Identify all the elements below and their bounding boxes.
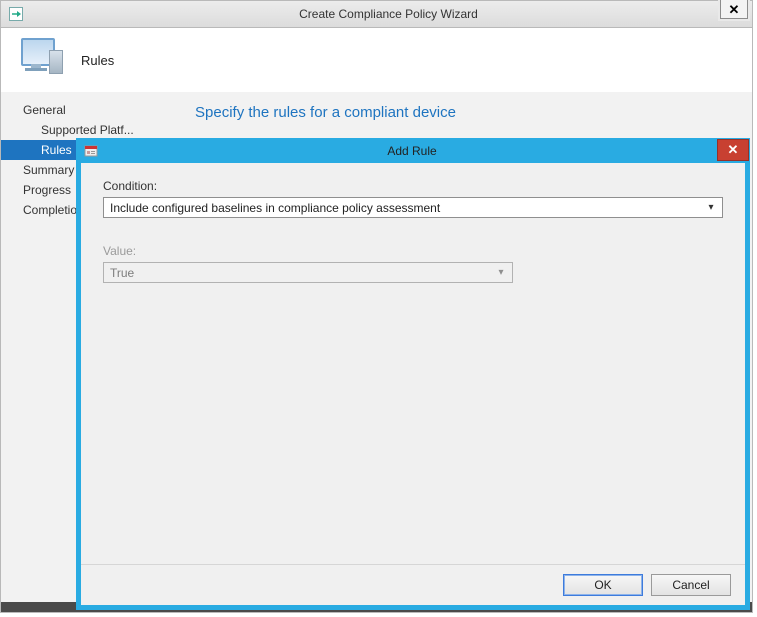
instruction-text: Specify the rules for a compliant device (195, 104, 734, 121)
add-rule-body: Condition: Include configured baselines … (81, 163, 745, 283)
nav-label: Completion (23, 203, 84, 217)
add-rule-footer: OK Cancel (81, 564, 745, 605)
value-value: True (110, 266, 494, 280)
add-rule-dialog: Add Rule ✕ Condition: Include configured… (77, 139, 749, 609)
chevron-down-icon: ▾ (494, 267, 508, 278)
wizard-titlebar: Create Compliance Policy Wizard ✕ (1, 1, 752, 28)
chevron-down-icon: ▾ (704, 202, 718, 213)
condition-value: Include configured baselines in complian… (110, 201, 704, 215)
add-rule-title: Add Rule (99, 144, 749, 158)
nav-label: Supported Platf... (41, 123, 134, 137)
cancel-button[interactable]: Cancel (651, 574, 731, 596)
wizard-app-icon (7, 5, 25, 23)
condition-dropdown[interactable]: Include configured baselines in complian… (103, 197, 723, 218)
form-app-icon (83, 143, 99, 159)
ok-label: OK (594, 578, 611, 592)
wizard-window: Create Compliance Policy Wizard ✕ Rules … (0, 0, 753, 613)
computer-icon (15, 36, 67, 84)
value-dropdown: True ▾ (103, 262, 513, 283)
ok-button[interactable]: OK (563, 574, 643, 596)
nav-label: Summary (23, 163, 74, 177)
banner-title: Rules (81, 53, 114, 68)
wizard-banner: Rules (1, 28, 752, 93)
nav-label: General (23, 103, 66, 117)
nav-item-general[interactable]: General (1, 100, 177, 120)
condition-label: Condition: (103, 179, 723, 193)
value-label: Value: (103, 244, 723, 258)
add-rule-titlebar: Add Rule ✕ (77, 139, 749, 163)
nav-label: Rules (41, 143, 72, 157)
close-icon: ✕ (729, 3, 740, 16)
nav-item-platforms[interactable]: Supported Platf... (1, 120, 177, 140)
cancel-label: Cancel (672, 578, 709, 592)
wizard-title: Create Compliance Policy Wizard (25, 7, 752, 21)
add-rule-close-button[interactable]: ✕ (717, 139, 749, 161)
nav-label: Progress (23, 183, 71, 197)
close-icon: ✕ (728, 142, 739, 158)
wizard-close-button[interactable]: ✕ (720, 0, 748, 19)
